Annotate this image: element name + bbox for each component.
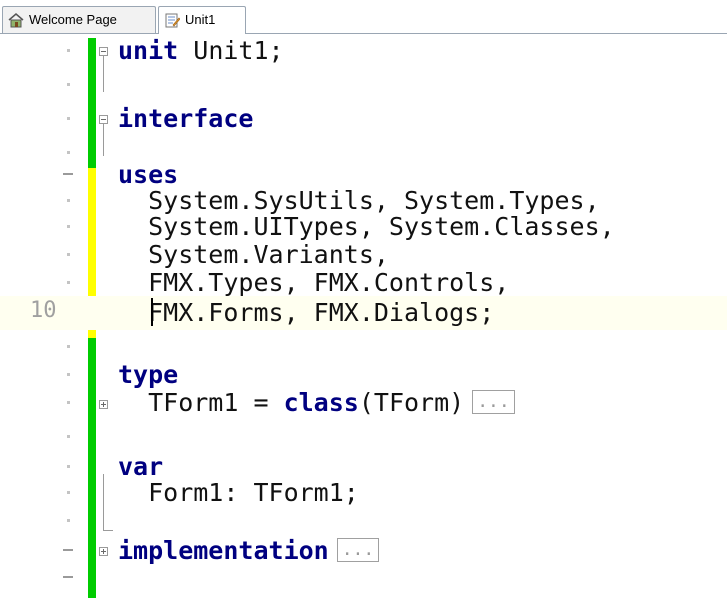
gutter-dash: [63, 549, 73, 551]
code-line: FMX.Types, FMX.Controls,: [0, 266, 727, 300]
tab-unit1-label: Unit1: [185, 12, 216, 27]
fold-expand-icon[interactable]: [99, 400, 108, 409]
editor-tab-bar: Welcome Page Unit1: [0, 0, 727, 34]
code-line: unit Unit1;: [0, 34, 727, 68]
gutter-dot: [67, 519, 70, 522]
gutter-dot: [67, 199, 70, 202]
gutter-dot: [67, 465, 70, 468]
code-line: TForm1 = class(TForm)...: [0, 386, 727, 420]
gutter-dash: [63, 173, 73, 175]
text-cursor: [151, 298, 153, 326]
gutter-dash: [63, 576, 73, 578]
home-icon: [8, 13, 24, 28]
fold-collapse-icon[interactable]: [99, 115, 108, 124]
fold-collapse-icon[interactable]: [99, 47, 108, 56]
code-text: FMX.Types, FMX.Controls,: [118, 268, 510, 297]
code-text: TForm1 = class(TForm)...: [118, 386, 515, 420]
current-code-line: 10 FMX.Forms, FMX.Dialogs;: [0, 296, 727, 330]
gutter-dot: [67, 83, 70, 86]
code-editor[interactable]: unit Unit1; interface uses System.SysUti…: [0, 34, 727, 600]
gutter-dot: [67, 49, 70, 52]
gutter-dot: [67, 345, 70, 348]
code-text: unit Unit1;: [118, 36, 284, 65]
code-line: interface: [0, 102, 727, 136]
code-text: interface: [118, 104, 254, 133]
tab-welcome-page-label: Welcome Page: [29, 12, 117, 27]
gutter-dot: [67, 491, 70, 494]
gutter-dot: [67, 281, 70, 284]
code-line: implementation...: [0, 534, 727, 568]
code-text: FMX.Forms, FMX.Dialogs;: [118, 298, 495, 327]
gutter-dot: [67, 253, 70, 256]
gutter-dot: [67, 435, 70, 438]
unit-file-icon: [165, 13, 180, 28]
gutter-dot: [67, 117, 70, 120]
collapsed-region-marker[interactable]: ...: [472, 390, 515, 414]
gutter-dot: [67, 225, 70, 228]
gutter-dot: [67, 151, 70, 154]
line-number: 10: [30, 298, 57, 323]
code-line: [0, 420, 727, 454]
tab-unit1[interactable]: Unit1: [158, 6, 246, 34]
gutter-dot: [67, 401, 70, 404]
gutter-dot: [67, 373, 70, 376]
code-line: [0, 68, 727, 102]
code-text: implementation...: [118, 534, 380, 568]
collapsed-region-marker[interactable]: ...: [336, 538, 380, 562]
tab-welcome-page[interactable]: Welcome Page: [2, 6, 156, 33]
code-line: [0, 504, 727, 538]
fold-expand-icon[interactable]: [99, 547, 108, 556]
